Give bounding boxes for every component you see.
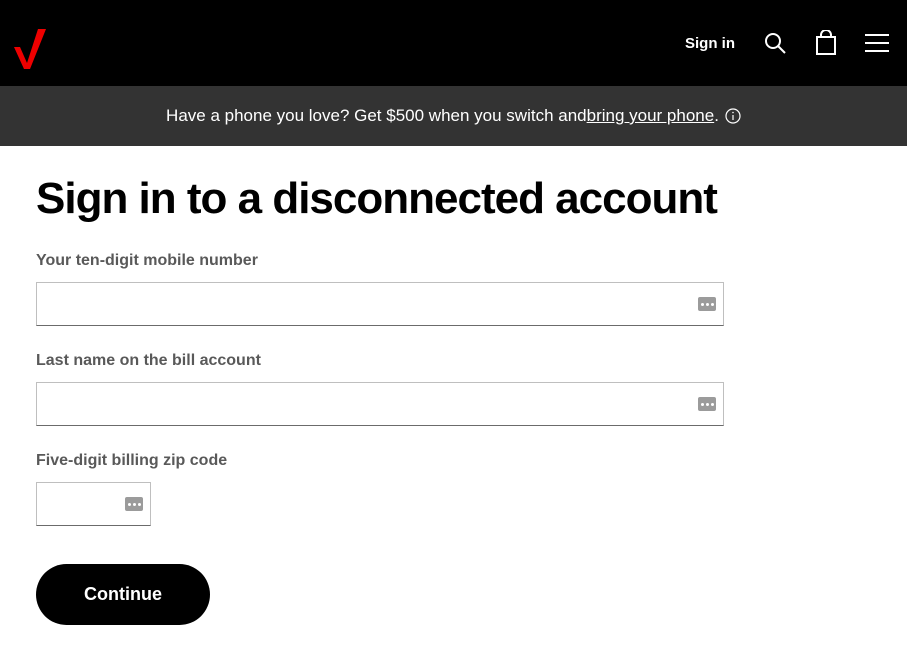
- lastname-group: Last name on the bill account: [36, 352, 871, 426]
- main-content: Sign in to a disconnected account Your t…: [0, 146, 907, 653]
- sign-in-link[interactable]: Sign in: [685, 35, 735, 52]
- lastname-input[interactable]: [36, 382, 724, 426]
- zip-input[interactable]: [36, 482, 151, 526]
- promo-text-after: .: [714, 106, 719, 126]
- continue-button[interactable]: Continue: [36, 564, 210, 625]
- site-header: Sign in: [0, 0, 907, 86]
- promo-banner: Have a phone you love? Get $500 when you…: [0, 86, 907, 146]
- mobile-number-input[interactable]: [36, 282, 724, 326]
- page-title: Sign in to a disconnected account: [36, 174, 871, 224]
- promo-text-before: Have a phone you love? Get $500 when you…: [166, 106, 587, 126]
- search-icon[interactable]: [763, 31, 787, 55]
- shopping-bag-icon[interactable]: [815, 30, 837, 56]
- mobile-number-label: Your ten-digit mobile number: [36, 252, 871, 270]
- verizon-logo[interactable]: [10, 17, 50, 69]
- lastname-label: Last name on the bill account: [36, 352, 871, 370]
- promo-link[interactable]: bring your phone: [587, 106, 715, 126]
- menu-icon[interactable]: [865, 34, 889, 52]
- info-icon[interactable]: [725, 108, 741, 124]
- zip-group: Five-digit billing zip code: [36, 452, 871, 526]
- header-actions: Sign in: [685, 30, 889, 56]
- mobile-number-group: Your ten-digit mobile number: [36, 252, 871, 326]
- zip-label: Five-digit billing zip code: [36, 452, 871, 470]
